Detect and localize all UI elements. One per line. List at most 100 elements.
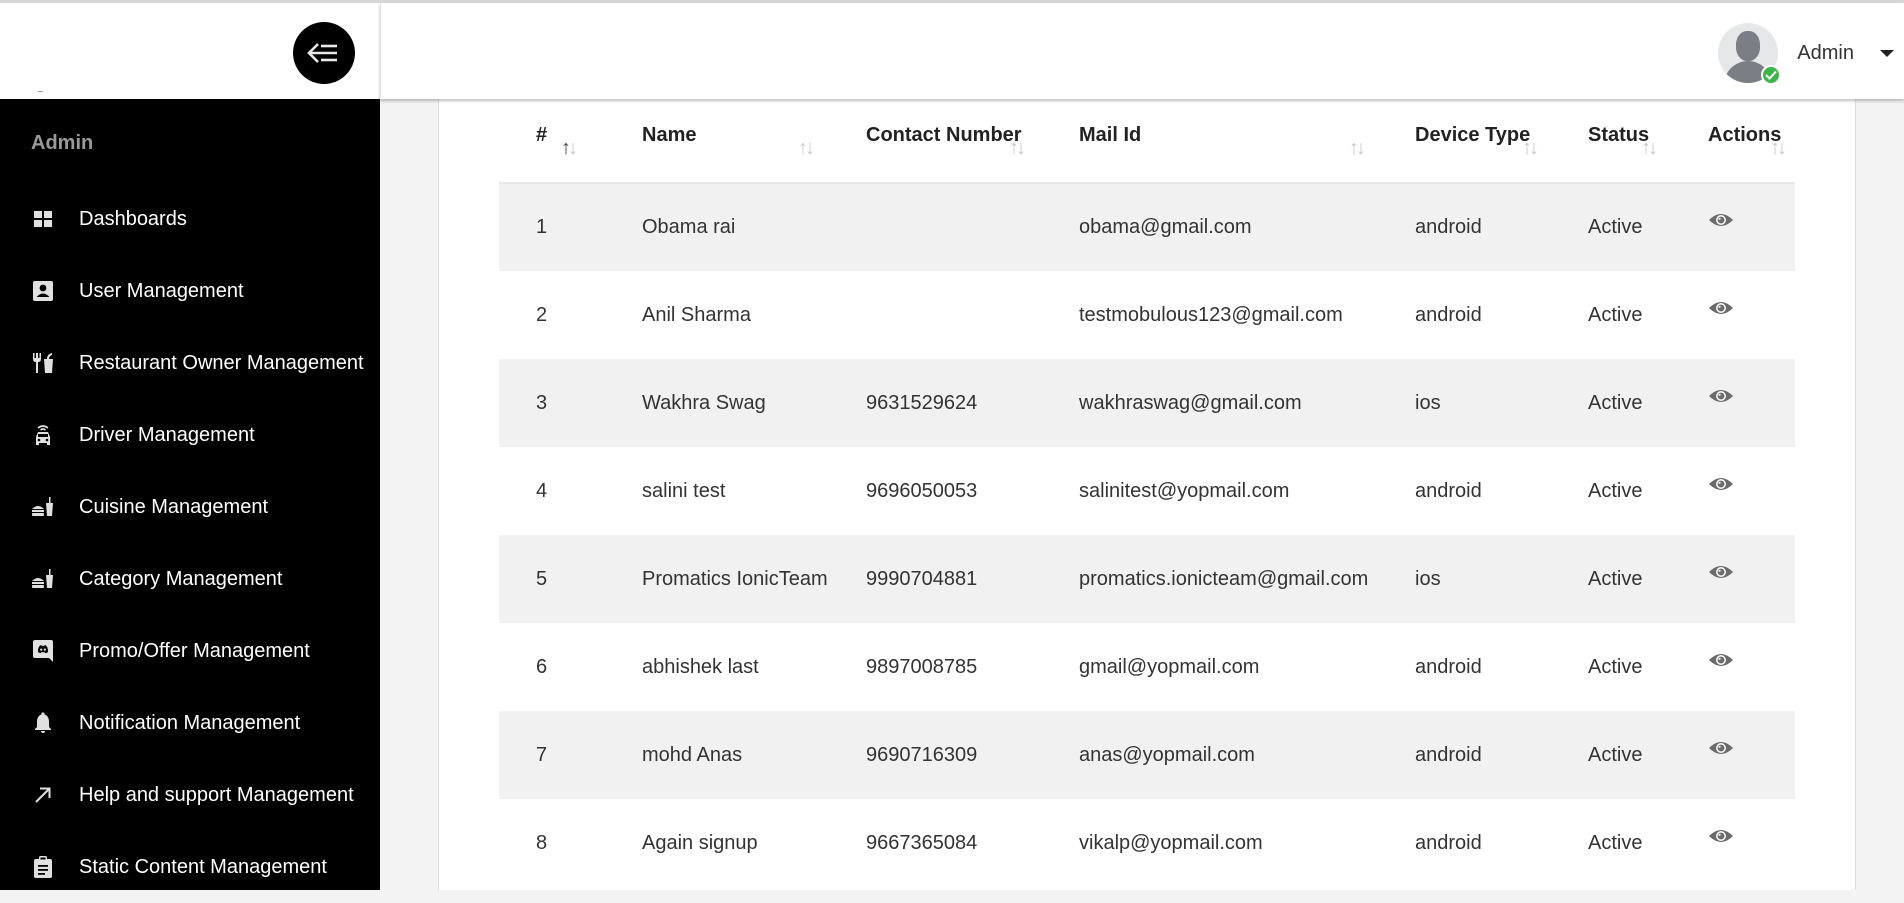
cell-contact-number <box>830 271 1043 359</box>
user-name: Admin <box>1797 41 1854 64</box>
sort-icon[interactable]: ↑↓ <box>1770 137 1787 160</box>
eye-icon <box>1709 829 1733 842</box>
cell-device-type: ios <box>1379 535 1552 623</box>
sort-icon[interactable]: ↑↓ <box>1522 137 1539 160</box>
cell-mail-id: promatics.ionicteam@gmail.com <box>1043 535 1379 623</box>
sidebar-item-restaurant-owner-management[interactable]: Restaurant Owner Management <box>0 327 380 399</box>
sort-icon[interactable]: ↑↓ <box>798 137 815 160</box>
sidebar-item-driver-management[interactable]: Driver Management <box>0 399 380 471</box>
eye-icon <box>1709 389 1733 402</box>
cell-mail-id: gmail@yopmail.com <box>1079 655 1260 678</box>
table-row: 7 mohd Anas 9690716309 anas@yopmail.com … <box>499 711 1795 799</box>
view-button[interactable] <box>1708 475 1734 498</box>
cell-mail-id: vikalp@yopmail.com <box>1079 831 1263 854</box>
fork-knife-cup-icon <box>32 352 54 374</box>
cell-name: Again signup <box>642 831 758 854</box>
sidebar-item-cuisine-management[interactable]: Cuisine Management <box>0 471 380 543</box>
content-card: # ↑↓ Name ↑↓ Contact Number ↑↓ Mail Id ↑↓ De… <box>438 99 1856 890</box>
cell-contact-number <box>830 183 1043 271</box>
sidebar-item-help-support-management[interactable]: Help and support Management <box>0 759 380 831</box>
cell-device-type: android <box>1415 479 1482 502</box>
sidebar-item-label: Category Management <box>79 567 283 590</box>
cell-status: Active <box>1588 655 1643 678</box>
online-status-badge <box>1761 65 1782 85</box>
cell-status: Active <box>1588 479 1643 502</box>
view-button[interactable] <box>1708 299 1734 322</box>
sidebar-toggle-button[interactable] <box>293 22 355 84</box>
column-header-device-type[interactable]: Device Type ↑↓ <box>1379 99 1552 184</box>
cell-name: Wakhra Swag <box>606 359 830 447</box>
column-header-number[interactable]: # ↑↓ <box>499 99 606 184</box>
cell-number: 6 <box>536 655 548 678</box>
eye-icon <box>1709 477 1733 490</box>
table-row: 5 Promatics IonicTeam 9990704881 promati… <box>499 535 1795 623</box>
sidebar-item-label: Help and support Management <box>79 783 354 806</box>
arrow-up-right-icon <box>32 784 54 806</box>
caret-down-icon[interactable] <box>1880 49 1894 57</box>
cell-device-type: ios <box>1379 359 1552 447</box>
cell-device-type: android <box>1415 303 1482 326</box>
cell-mail-id: obama@gmail.com <box>1043 183 1379 271</box>
sidebar-item-user-management[interactable]: User Management <box>0 255 380 327</box>
cell-contact-number: 9696050053 <box>866 479 978 502</box>
view-button[interactable] <box>1708 739 1734 762</box>
view-button[interactable] <box>1708 827 1734 850</box>
column-header-name[interactable]: Name ↑↓ <box>606 99 830 184</box>
cell-contact-number: 9690716309 <box>830 711 1043 799</box>
sidebar-item-category-management[interactable]: Category Management <box>0 543 380 615</box>
sidebar-item-static-content-management[interactable]: Static Content Management <box>0 831 380 903</box>
eye-icon <box>1709 653 1733 666</box>
users-table-wrapper: # ↑↓ Name ↑↓ Contact Number ↑↓ Mail Id ↑↓ De… <box>499 99 1795 887</box>
sidebar-item-promo-offer-management[interactable]: Promo/Offer Management <box>0 615 380 687</box>
cell-device-type: android <box>1415 831 1482 854</box>
sort-icon[interactable]: ↑↓ <box>1349 137 1366 160</box>
cell-contact-number: 9897008785 <box>866 655 978 678</box>
cell-actions <box>1672 535 1795 623</box>
eye-icon <box>1709 214 1733 226</box>
cell-actions <box>1672 623 1795 711</box>
cell-actions <box>1672 271 1795 359</box>
cell-device-type: android <box>1379 183 1552 271</box>
sort-icon[interactable]: ↑↓ <box>1009 137 1026 160</box>
cell-actions <box>1672 359 1795 447</box>
column-header-actions[interactable]: Actions ↑↓ <box>1672 99 1795 184</box>
eye-icon <box>1709 741 1733 754</box>
taxi-icon <box>32 424 54 446</box>
sidebar-item-dashboards[interactable]: Dashboards <box>0 183 380 255</box>
view-button[interactable] <box>1708 563 1734 586</box>
sort-icon[interactable]: ↑↓ <box>1641 137 1658 160</box>
column-header-mail-id[interactable]: Mail Id ↑↓ <box>1043 99 1379 184</box>
sidebar-item-label: Notification Management <box>79 711 301 734</box>
cell-actions <box>1672 711 1795 799</box>
cell-status: Active <box>1588 303 1643 326</box>
cell-number: 2 <box>536 303 548 326</box>
view-button[interactable] <box>1708 211 1734 234</box>
bell-icon <box>32 712 54 734</box>
cell-contact-number: 9631529624 <box>830 359 1043 447</box>
cell-name: Promatics IonicTeam <box>606 535 830 623</box>
cell-number: 5 <box>499 535 606 623</box>
view-button[interactable] <box>1708 387 1734 410</box>
sidebar-item-label: User Management <box>79 279 244 302</box>
arrow-left-lines-icon <box>307 43 337 63</box>
column-header-contact-number[interactable]: Contact Number ↑↓ <box>830 99 1043 184</box>
view-button[interactable] <box>1708 651 1734 674</box>
grid-icon <box>32 208 54 230</box>
sort-ascending-icon[interactable]: ↑↓ <box>561 137 578 160</box>
cell-mail-id: salinitest@yopmail.com <box>1079 479 1290 502</box>
cell-actions <box>1672 183 1795 271</box>
sidebar-item-label: Cuisine Management <box>79 495 268 518</box>
cell-status: Active <box>1588 831 1643 854</box>
avatar[interactable] <box>1718 23 1782 85</box>
table-row: 8 Again signup 9667365084 vikalp@yopmail… <box>499 799 1795 887</box>
user-menu[interactable]: Admin <box>1718 22 1894 85</box>
cell-name: salini test <box>642 479 726 502</box>
discord-icon <box>32 640 54 662</box>
cell-number: 3 <box>499 359 606 447</box>
column-header-status[interactable]: Status ↑↓ <box>1552 99 1672 184</box>
sidebar-item-notification-management[interactable]: Notification Management <box>0 687 380 759</box>
cell-mail-id: anas@yopmail.com <box>1043 711 1379 799</box>
cell-contact-number: 9667365084 <box>866 831 978 854</box>
sidebar-role-label: Admin <box>31 132 94 154</box>
sidebar-item-label: Restaurant Owner Management <box>79 351 364 374</box>
